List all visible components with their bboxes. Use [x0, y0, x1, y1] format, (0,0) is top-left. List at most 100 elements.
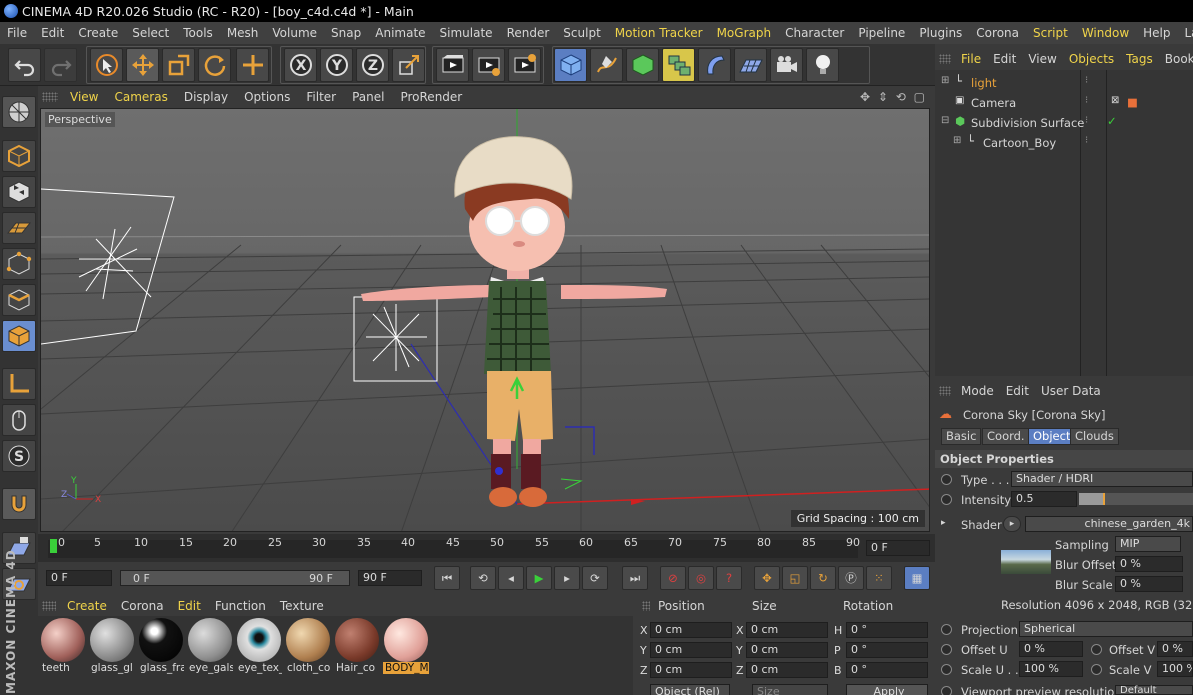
blur-offset-field[interactable]: 0 % [1115, 556, 1183, 572]
light-object-button[interactable] [806, 48, 839, 82]
render-picture-viewer-button[interactable] [472, 48, 505, 82]
workplane-mode-button[interactable] [2, 212, 36, 244]
blur-scale-field[interactable]: 0 % [1115, 576, 1183, 592]
material-glass-gl[interactable]: glass_gl [89, 618, 135, 676]
key-parameter-button[interactable]: Ⓟ [838, 566, 864, 590]
frame-range-slider[interactable]: 0 F 90 F [120, 570, 350, 586]
intensity-field[interactable]: 0.5 [1011, 491, 1077, 507]
om-menu-edit[interactable]: Edit [987, 52, 1022, 66]
camera-tag-icon[interactable]: ■ [1127, 95, 1138, 109]
end-frame-field[interactable]: 90 F [358, 570, 422, 586]
menu-animate[interactable]: Animate [368, 26, 432, 40]
offset-u-field[interactable]: 0 % [1019, 641, 1083, 657]
object-name[interactable]: Cartoon_Boy [983, 136, 1056, 150]
coordinate-mode-dropdown[interactable]: Object (Rel) [650, 684, 730, 695]
material-hair-co[interactable]: Hair_co [334, 618, 380, 676]
am-menu-user-data[interactable]: User Data [1035, 384, 1107, 398]
object-z-axis-handle[interactable] [495, 467, 503, 475]
intensity-animate-radio[interactable] [941, 494, 952, 505]
model-mode-button[interactable] [2, 140, 36, 172]
material-menu-function[interactable]: Function [208, 599, 273, 613]
enabled-check-icon[interactable]: ✓ [1107, 114, 1117, 128]
material-menu-edit[interactable]: Edit [171, 599, 208, 613]
next-key-button[interactable]: ⟳ [582, 566, 608, 590]
intensity-slider-handle[interactable] [1103, 493, 1105, 505]
material-menu-texture[interactable]: Texture [273, 599, 331, 613]
menu-corona[interactable]: Corona [969, 26, 1026, 40]
material-eye-gals[interactable]: eye_gals [187, 618, 233, 676]
viewport-menu-options[interactable]: Options [236, 90, 298, 104]
panel-grip-icon[interactable] [42, 601, 56, 611]
current-frame-field[interactable]: 0 F [866, 540, 930, 556]
visibility-dots-icon[interactable]: ⁝ [1085, 75, 1088, 86]
projection-dropdown[interactable]: Spherical [1019, 621, 1193, 637]
target-tag-icon[interactable]: ⊠ [1111, 95, 1119, 106]
undo-button[interactable] [8, 48, 41, 82]
menu-mesh[interactable]: Mesh [220, 26, 266, 40]
offset-v-field[interactable]: 0 % [1157, 641, 1193, 657]
am-menu-mode[interactable]: Mode [955, 384, 1000, 398]
menu-volume[interactable]: Volume [265, 26, 324, 40]
object-name[interactable]: light [971, 76, 997, 90]
last-tool-button[interactable] [236, 48, 269, 82]
scale-u-animate-radio[interactable] [941, 664, 952, 675]
scale-v-field[interactable]: 100 % [1157, 661, 1193, 677]
subdivision-surface-button[interactable] [626, 48, 659, 82]
object-row-light[interactable]: ⊞ └ light ⁝ [935, 73, 1193, 93]
sampling-dropdown[interactable]: MIP [1115, 536, 1181, 552]
type-animate-radio[interactable] [941, 474, 952, 485]
tab-coord[interactable]: Coord. [982, 428, 1030, 445]
viewport-menu-view[interactable]: View [62, 90, 106, 104]
next-frame-button[interactable]: ▸ [554, 566, 580, 590]
menu-help[interactable]: Help [1136, 26, 1177, 40]
object-name[interactable]: Subdivision Surface [971, 116, 1084, 130]
om-menu-view[interactable]: View [1022, 52, 1062, 66]
rotation-b-field[interactable]: 0 ° [846, 662, 928, 678]
material-cloth-co[interactable]: cloth_co [285, 618, 331, 676]
tab-basic[interactable]: Basic [941, 428, 982, 445]
material-menu-create[interactable]: Create [60, 599, 114, 613]
om-menu-file[interactable]: File [955, 52, 987, 66]
coordinate-system-button[interactable] [392, 48, 425, 82]
timeline-playhead[interactable] [50, 539, 57, 553]
menu-motion-tracker[interactable]: Motion Tracker [608, 26, 710, 40]
go-to-start-button[interactable]: ⏮ [434, 566, 460, 590]
material-glass-fra[interactable]: glass_fra [138, 618, 184, 676]
z-plane-handle[interactable] [565, 426, 595, 455]
z-axis-lock-button[interactable]: Z [356, 48, 389, 82]
tab-object[interactable]: Object [1028, 428, 1076, 445]
redo-button[interactable] [44, 48, 77, 82]
panel-grip-icon[interactable] [939, 54, 951, 64]
viewport-preview-animate-radio[interactable] [941, 686, 952, 695]
menu-snap[interactable]: Snap [324, 26, 368, 40]
visibility-dots-icon[interactable]: ⁝ [1085, 115, 1088, 126]
viewport-navigation-icons[interactable]: ✥ ⇕ ⟲ ▢ [852, 90, 935, 104]
previous-frame-button[interactable]: ◂ [498, 566, 524, 590]
previous-key-button[interactable]: ⟲ [470, 566, 496, 590]
scale-v-animate-radio[interactable] [1091, 664, 1102, 675]
rotate-tool-button[interactable] [198, 48, 231, 82]
move-tool-button[interactable] [126, 48, 159, 82]
material-body-m[interactable]: BODY_M [383, 618, 429, 676]
texture-mode-button[interactable] [2, 176, 36, 208]
size-mode-dropdown[interactable]: Size [752, 684, 828, 695]
type-dropdown[interactable]: Shader / HDRI [1011, 471, 1193, 487]
timeline-window-button[interactable]: ▦ [904, 566, 930, 590]
menu-window[interactable]: Window [1075, 26, 1136, 40]
menu-edit[interactable]: Edit [34, 26, 71, 40]
menu-simulate[interactable]: Simulate [433, 26, 500, 40]
material-teeth[interactable]: teeth [40, 618, 86, 676]
object-row-cartoon-boy[interactable]: ⊞ └ Cartoon_Boy ⁝ [935, 133, 1193, 153]
position-x-field[interactable]: 0 cm [650, 622, 732, 638]
om-menu-objects[interactable]: Objects [1063, 52, 1120, 66]
points-mode-button[interactable] [2, 248, 36, 280]
key-position-button[interactable]: ✥ [754, 566, 780, 590]
object-row-subdivision-surface[interactable]: ⊟ ⬢ Subdivision Surface ⁝ ✓ [935, 113, 1193, 133]
expand-icon[interactable]: ⊞ [941, 75, 949, 86]
tab-clouds[interactable]: Clouds [1070, 428, 1119, 445]
autokeying-button[interactable]: ◎ [688, 566, 714, 590]
menu-mograph[interactable]: MoGraph [710, 26, 779, 40]
rotation-h-field[interactable]: 0 ° [846, 622, 928, 638]
panel-grip-icon[interactable] [642, 601, 650, 611]
menu-plugins[interactable]: Plugins [912, 26, 969, 40]
